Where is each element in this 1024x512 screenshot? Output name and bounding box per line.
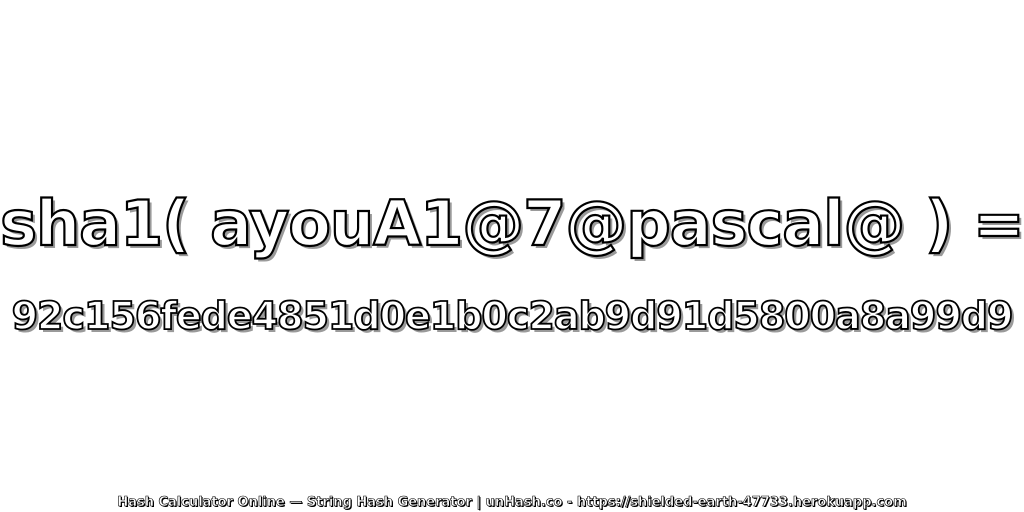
hash-expression-title: sha1( ayouA1@7@pascal@ ) = [0, 186, 1024, 261]
hash-result-value: 92c156fede4851d0e1b0c2ab9d91d5800a8a99d9 [11, 293, 1015, 339]
hash-image-canvas: sha1( ayouA1@7@pascal@ ) = 92c156fede485… [0, 0, 1024, 512]
site-footer-credit: Hash Calculator Online — String Hash Gen… [117, 495, 907, 511]
